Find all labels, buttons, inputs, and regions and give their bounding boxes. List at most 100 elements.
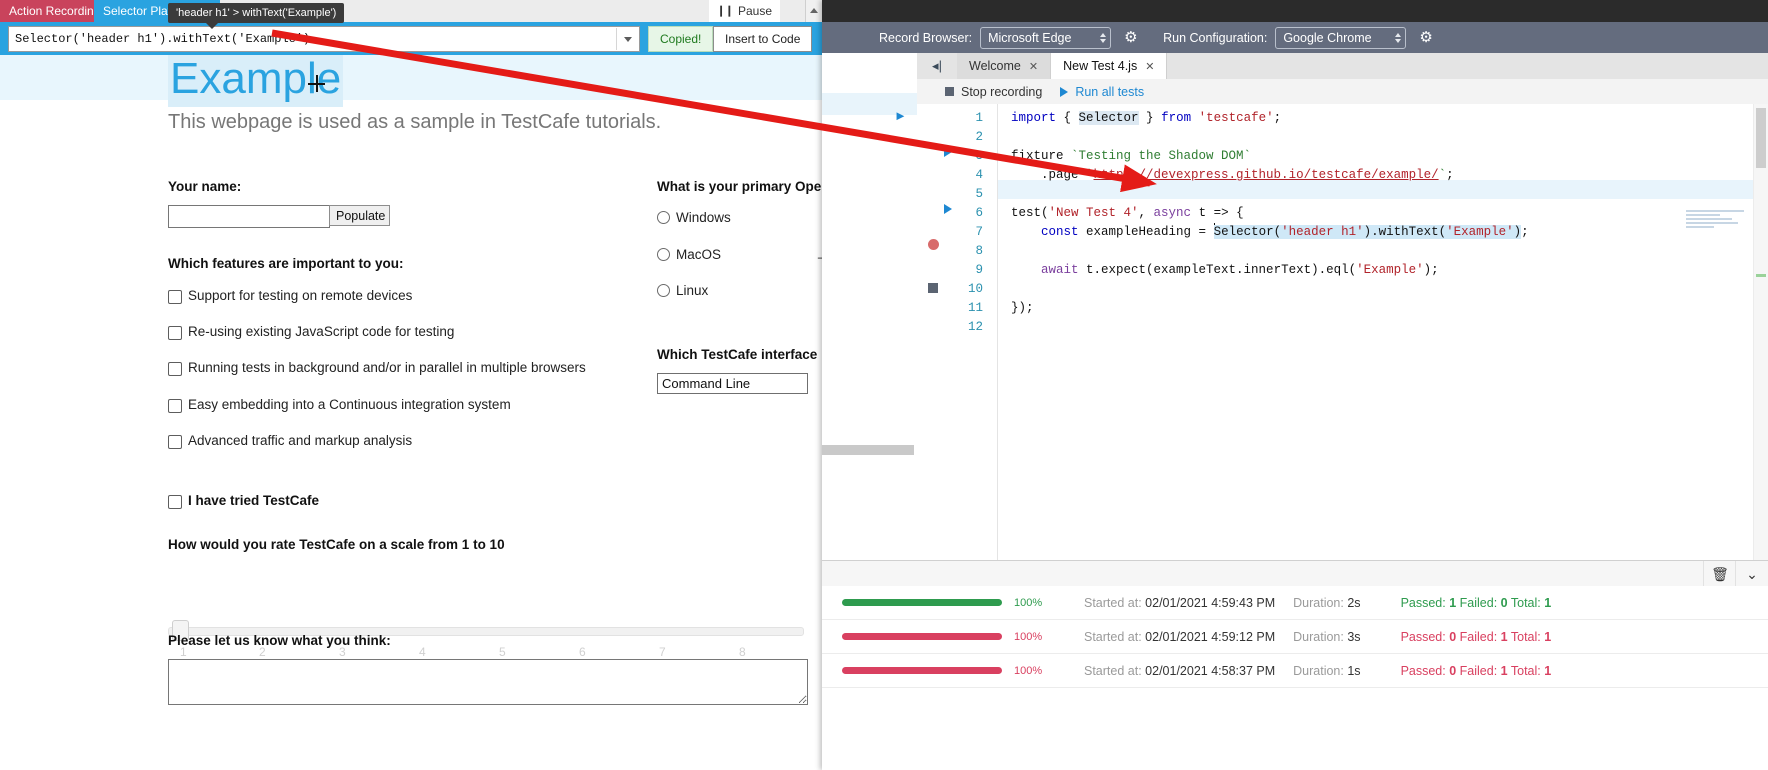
table-row[interactable]: 100% Started at: 02/01/2021 4:58:37 PM D… bbox=[822, 654, 1768, 688]
collapse-results-button[interactable]: ⌄ bbox=[1735, 561, 1768, 587]
run-all-tests-button[interactable]: Run all tests bbox=[1060, 85, 1144, 99]
radio-row-macos[interactable]: MacOS bbox=[657, 247, 721, 262]
radio-row-windows[interactable]: Windows bbox=[657, 210, 731, 225]
checkbox-icon[interactable] bbox=[168, 290, 182, 304]
code-minimap[interactable] bbox=[1686, 210, 1750, 232]
line-number: 9 bbox=[975, 263, 983, 277]
editor-gutter[interactable]: 1 2 3 4 5 6 7 8 9 10 11 12 bbox=[917, 104, 997, 560]
checkbox-icon[interactable] bbox=[168, 326, 182, 340]
table-row[interactable]: 100% Started at: 02/01/2021 4:59:12 PM D… bbox=[822, 620, 1768, 654]
slider-tick: 4 bbox=[419, 645, 426, 659]
line-number: 11 bbox=[967, 301, 983, 315]
close-icon[interactable]: ✕ bbox=[1145, 60, 1154, 73]
checkbox-icon[interactable] bbox=[168, 399, 182, 413]
duration-label: Duration: bbox=[1293, 629, 1344, 644]
line-number: 4 bbox=[975, 168, 983, 182]
code-line-3: fixture `Testing the Shadow DOM` bbox=[1011, 149, 1252, 163]
checkbox-row-reuse-js[interactable]: Re-using existing JavaScript code for te… bbox=[168, 324, 454, 340]
run-fixture-icon[interactable] bbox=[944, 147, 952, 157]
populate-button[interactable]: Populate bbox=[329, 205, 390, 226]
slider-tick: 6 bbox=[579, 645, 586, 659]
scroll-up-button[interactable] bbox=[805, 0, 822, 22]
interface-select[interactable]: Command Line bbox=[657, 373, 808, 394]
rating-title: How would you rate TestCafe on a scale f… bbox=[168, 537, 505, 552]
run-configuration-select[interactable]: Google Chrome bbox=[1275, 26, 1407, 49]
record-browser-settings-gear-icon[interactable] bbox=[1124, 31, 1138, 45]
checkbox-icon[interactable] bbox=[168, 435, 182, 449]
record-browser-select[interactable]: Microsoft Edge bbox=[980, 26, 1112, 49]
scrollbar-thumb[interactable] bbox=[1756, 108, 1766, 168]
os-question-title: What is your primary Ope bbox=[657, 179, 822, 194]
code-lines[interactable]: import { Selector } from 'testcafe'; fix… bbox=[997, 104, 1768, 560]
started-at-value: 02/01/2021 4:59:12 PM bbox=[1145, 629, 1276, 644]
tab-new-test-4[interactable]: New Test 4.js ✕ bbox=[1051, 53, 1168, 79]
checkbox-row-remote-devices[interactable]: Support for testing on remote devices bbox=[168, 288, 412, 304]
passed-label: Passed: bbox=[1400, 595, 1446, 610]
run-test-icon[interactable] bbox=[944, 204, 952, 214]
selector-tooltip: 'header h1' > withText('Example') bbox=[168, 3, 345, 29]
duration: Duration: 3s bbox=[1293, 630, 1360, 644]
tab-welcome[interactable]: Welcome ✕ bbox=[957, 53, 1052, 79]
code-line-9: await t.expect(exampleText.innerText).eq… bbox=[1041, 263, 1439, 277]
radio-label: MacOS bbox=[676, 247, 722, 262]
progress-bar bbox=[842, 667, 1002, 674]
trash-icon: 🗑 bbox=[1711, 565, 1729, 582]
radio-icon[interactable] bbox=[657, 284, 670, 297]
progress-percent: 100% bbox=[1014, 630, 1043, 643]
radio-icon[interactable] bbox=[657, 248, 670, 261]
test-results-list: 100% Started at: 02/01/2021 4:59:43 PM D… bbox=[822, 586, 1768, 770]
tab-action-recording[interactable]: Action Recording bbox=[0, 0, 110, 22]
breakpoint-icon[interactable] bbox=[928, 239, 939, 250]
pause-button[interactable]: ❙❙ Pause bbox=[708, 0, 780, 22]
code-editor[interactable]: 1 2 3 4 5 6 7 8 9 10 11 12 import { Sele… bbox=[917, 104, 1768, 560]
selector-input-wrapper[interactable] bbox=[8, 26, 640, 52]
radio-row-linux[interactable]: Linux bbox=[657, 283, 708, 298]
passed-label: Passed: bbox=[1400, 629, 1446, 644]
ide-window: Record Browser: Microsoft Edge Run Confi… bbox=[822, 0, 1768, 770]
close-icon[interactable]: ✕ bbox=[1029, 60, 1038, 73]
checkbox-row-traffic-markup[interactable]: Advanced traffic and markup analysis bbox=[168, 433, 412, 449]
passed-count: 0 bbox=[1449, 629, 1457, 644]
stop-recording-label: Stop recording bbox=[961, 84, 1043, 99]
stop-marker-icon[interactable] bbox=[928, 283, 938, 293]
collapse-icon: ⌄ bbox=[1746, 565, 1758, 582]
table-row[interactable]: 100% Started at: 02/01/2021 4:59:43 PM D… bbox=[822, 586, 1768, 620]
radio-icon[interactable] bbox=[657, 211, 670, 224]
pause-label: Pause bbox=[737, 4, 772, 18]
checkbox-row-ci-embedding[interactable]: Easy embedding into a Continuous integra… bbox=[168, 397, 511, 413]
collapse-panel-icon[interactable]: ◂| bbox=[917, 58, 957, 74]
selector-dropdown-button[interactable] bbox=[616, 28, 639, 50]
checkbox-label: Support for testing on remote devices bbox=[188, 288, 413, 303]
ide-toolbar: Record Browser: Microsoft Edge Run Confi… bbox=[822, 22, 1768, 53]
checkbox-icon[interactable] bbox=[168, 495, 182, 509]
page-header-band bbox=[0, 55, 822, 100]
progress-bar bbox=[842, 633, 1002, 640]
feedback-textarea[interactable] bbox=[168, 659, 808, 705]
progress-percent: 100% bbox=[1014, 664, 1043, 677]
insert-to-code-button[interactable]: Insert to Code bbox=[713, 26, 813, 52]
checkbox-icon[interactable] bbox=[168, 362, 182, 376]
recorder-tabstrip: Action Recording Selector Playground ❙❙ … bbox=[0, 0, 822, 22]
checkbox-row-tried-testcafe[interactable]: I have tried TestCafe bbox=[168, 493, 319, 509]
line-number: 1 bbox=[975, 111, 983, 125]
selector-input[interactable] bbox=[9, 31, 616, 47]
stop-recording-button[interactable]: Stop recording bbox=[945, 85, 1042, 99]
explorer-run-icon[interactable]: ► bbox=[894, 108, 907, 123]
editor-tabstrip: ◂| Welcome ✕ New Test 4.js ✕ bbox=[917, 53, 1768, 80]
editor-vertical-scrollbar[interactable] bbox=[1753, 104, 1768, 560]
run-configuration-settings-gear-icon[interactable] bbox=[1419, 31, 1433, 45]
radio-label: Linux bbox=[676, 283, 709, 298]
passed-count: 0 bbox=[1449, 663, 1457, 678]
total-label: Total: bbox=[1510, 663, 1541, 678]
duration-value: 1s bbox=[1347, 663, 1361, 678]
page-subtitle: This webpage is used as a sample in Test… bbox=[168, 111, 662, 133]
explorer-horizontal-scrollbar[interactable] bbox=[822, 445, 914, 455]
code-line-4: .page `https://devexpress.github.io/test… bbox=[1011, 168, 1454, 182]
checkbox-row-background-parallel[interactable]: Running tests in background and/or in pa… bbox=[168, 360, 586, 376]
copied-button[interactable]: Copied! bbox=[648, 26, 714, 52]
clear-results-button[interactable]: 🗑 bbox=[1703, 561, 1736, 587]
stop-icon bbox=[945, 87, 954, 96]
name-input[interactable] bbox=[168, 205, 330, 228]
run-configuration-value: Google Chrome bbox=[1283, 30, 1372, 45]
slider-tick: 5 bbox=[499, 645, 506, 659]
